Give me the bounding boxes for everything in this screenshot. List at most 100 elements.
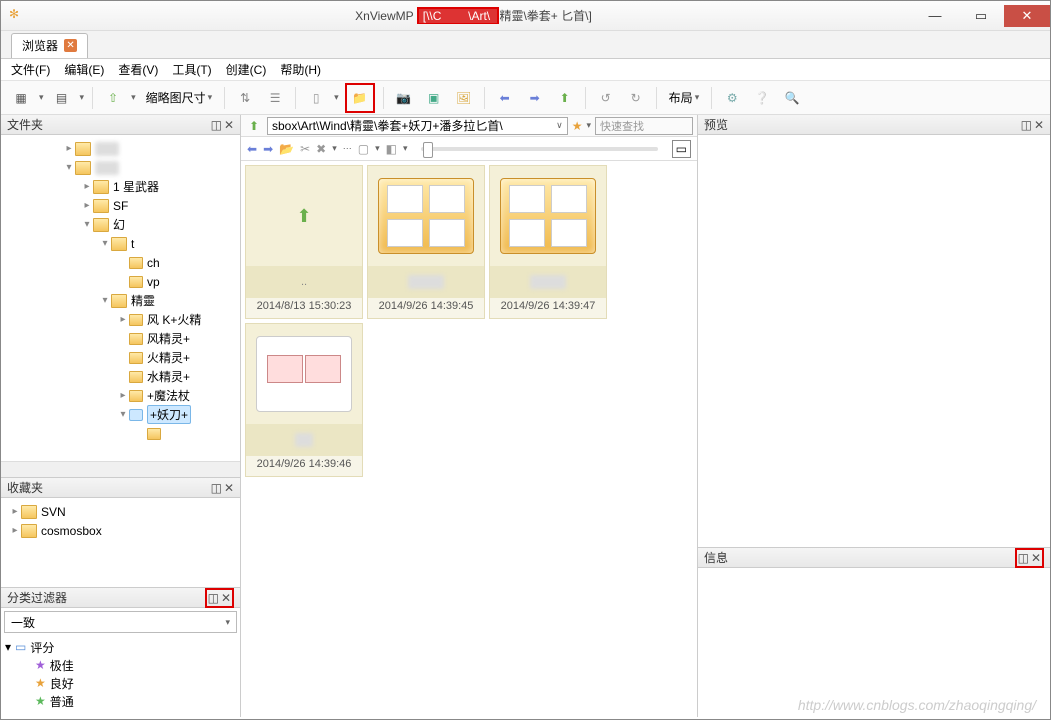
thumbnail-grid[interactable]: ⬆ .. 2014/8/13 15:30:23 xxxxxx 2014/9/26… [241, 161, 697, 717]
rotate-right-icon[interactable]: ↻ [624, 86, 648, 110]
panel-title: 分类过滤器 [7, 589, 67, 606]
close-icon[interactable]: ✕ [224, 118, 234, 132]
page-icon[interactable]: ▯ [304, 86, 328, 110]
up-icon[interactable]: ⬆ [245, 117, 263, 135]
convert-icon[interactable]: 🖼 [452, 86, 476, 110]
undock-icon[interactable]: ◫ [1021, 118, 1032, 132]
menu-edit[interactable]: 编辑(E) [64, 61, 104, 78]
search-input[interactable]: 快速查找 [595, 117, 693, 135]
folder-tree[interactable]: ▸xxxx ▾xxxx ▸1 星武器 ▸SF ▾幻 ▾t ch vp ▾精靈 ▸… [1, 135, 240, 461]
thumb-up[interactable]: ⬆ .. 2014/8/13 15:30:23 [245, 165, 363, 319]
preview-header: 预览 ◫✕ [698, 115, 1050, 135]
favorites-header: 收藏夹 ◫✕ [1, 478, 240, 498]
thumb-size-slider[interactable] [421, 147, 657, 151]
cut-icon[interactable]: ✂ [300, 142, 310, 156]
thumb-size-label: 缩略图尺寸 [146, 89, 206, 106]
up-icon[interactable]: ⇧ [101, 86, 125, 110]
right-column: 预览 ◫✕ 信息 ◫✕ [698, 115, 1050, 717]
forward-icon[interactable]: ➡ [523, 86, 547, 110]
star-icon[interactable]: ★ [572, 119, 583, 133]
undock-icon[interactable]: ◫ [211, 118, 222, 132]
scrollbar[interactable] [1, 461, 240, 477]
close-button[interactable]: ✕ [1004, 5, 1050, 27]
fit-icon[interactable]: ▭ [672, 140, 691, 158]
thumb-item[interactable]: xxxxxx 2014/9/26 14:39:45 [367, 165, 485, 319]
nav-toolbar: ⬅ ➡ 📂 ✂ ✖▾ ⋯ ▢▾ ◧▾ ▭ [241, 137, 697, 161]
menu-view[interactable]: 查看(V) [118, 61, 158, 78]
left-column: 文件夹 ◫✕ ▸xxxx ▾xxxx ▸1 星武器 ▸SF ▾幻 ▾t ch v… [1, 115, 241, 717]
help-icon[interactable]: ❔ [750, 86, 774, 110]
info-panel: 信息 ◫✕ [698, 547, 1050, 717]
thumb-item[interactable]: xxx 2014/9/26 14:39:46 [245, 323, 363, 477]
info-area [698, 568, 1050, 717]
close-icon[interactable]: ✕ [1031, 551, 1041, 565]
thumb-item[interactable]: xxxxxx 2014/9/26 14:39:47 [489, 165, 607, 319]
parent-folder-icon: ⬆ [296, 206, 311, 227]
menu-help[interactable]: 帮助(H) [280, 61, 321, 78]
tabbar: 浏览器 ✕ [1, 31, 1050, 59]
rotate-left-icon[interactable]: ↺ [594, 86, 618, 110]
info-header: 信息 ◫✕ [698, 548, 1050, 568]
up2-icon[interactable]: ⬆ [553, 86, 577, 110]
preview-area [698, 135, 1050, 547]
folder-panel-header: 文件夹 ◫✕ [1, 115, 240, 135]
layout-combo[interactable]: 布局 ▾ [665, 89, 704, 106]
filter-match-dropdown[interactable]: 一致▾ [4, 611, 237, 633]
zoom11-icon[interactable]: 🔍 [780, 86, 804, 110]
close-icon[interactable]: ✕ [221, 591, 231, 605]
favorites-panel: 收藏夹 ◫✕ ▸SVN ▸cosmosbox [1, 477, 240, 587]
panel-title: 信息 [704, 549, 728, 566]
forward-icon[interactable]: ➡ [263, 142, 273, 156]
center-column: ⬆ sbox\Art\Wind\精靈\拳套+妖刀+潘多拉匕首\∨ ★▾ 快速查找… [241, 115, 698, 717]
folder-panel: 文件夹 ◫✕ ▸xxxx ▾xxxx ▸1 星武器 ▸SF ▾幻 ▾t ch v… [1, 115, 240, 477]
window-controls: ― ▭ ✕ [912, 5, 1050, 27]
filter-panel: 分类过滤器 ◫✕ 一致▾ ▾▭ 评分 ★极佳 ★良好 ★普通 [1, 587, 240, 717]
view-mode-icon[interactable]: ▦ [9, 86, 33, 110]
titlebar: ✻ XnViewMP [\\C \Art\ 精靈\拳套+ 匕首\] ― ▭ ✕ [1, 1, 1050, 31]
tab-label: 浏览器 [22, 37, 58, 54]
menu-create[interactable]: 创建(C) [226, 61, 267, 78]
tab-browser[interactable]: 浏览器 ✕ [11, 33, 88, 58]
preview-panel: 预览 ◫✕ [698, 115, 1050, 547]
menubar: 文件(F) 编辑(E) 查看(V) 工具(T) 创建(C) 帮助(H) [1, 59, 1050, 81]
filter-header: 分类过滤器 ◫✕ [1, 588, 240, 608]
camera-icon[interactable]: 📷 [392, 86, 416, 110]
thumb-size-combo[interactable]: 缩略图尺寸 ▾ [142, 89, 217, 106]
close-icon[interactable]: ✕ [1034, 118, 1044, 132]
layout-label: 布局 [669, 89, 693, 106]
maximize-button[interactable]: ▭ [958, 5, 1004, 27]
grid-icon[interactable]: ▤ [50, 86, 74, 110]
menu-file[interactable]: 文件(F) [11, 61, 50, 78]
delete-icon[interactable]: ✖ [316, 142, 326, 156]
filter-icon[interactable]: ☰ [263, 86, 287, 110]
filter-tree[interactable]: ▾▭ 评分 ★极佳 ★良好 ★普通 [1, 636, 240, 712]
folder-icon[interactable]: 📂 [279, 142, 294, 156]
panel-title: 收藏夹 [7, 479, 43, 496]
path-input[interactable]: sbox\Art\Wind\精靈\拳套+妖刀+潘多拉匕首\∨ [267, 117, 568, 135]
scanner-icon[interactable]: ▣ [422, 86, 446, 110]
menu-tools[interactable]: 工具(T) [172, 61, 211, 78]
undock-icon[interactable]: ◫ [208, 591, 219, 605]
minimize-button[interactable]: ― [912, 5, 958, 27]
back-icon[interactable]: ⬅ [247, 142, 257, 156]
highlighted-tool: 📁 [345, 83, 375, 113]
favorites-list[interactable]: ▸SVN ▸cosmosbox [1, 498, 240, 587]
select-icon[interactable]: ▢ [358, 142, 369, 156]
main-area: 文件夹 ◫✕ ▸xxxx ▾xxxx ▸1 星武器 ▸SF ▾幻 ▾t ch v… [1, 115, 1050, 717]
undock-icon[interactable]: ◫ [1018, 551, 1029, 565]
app-icon: ✻ [9, 7, 27, 25]
panel-title: 文件夹 [7, 116, 43, 133]
close-icon[interactable]: ✕ [224, 481, 234, 495]
main-toolbar: ▦▾ ▤▾ ⇧▾ 缩略图尺寸 ▾ ⇅ ☰ ▯▾ 📁 📷 ▣ 🖼 ⬅ ➡ ⬆ ↺ … [1, 81, 1050, 115]
panel-title: 预览 [704, 116, 728, 133]
tag-icon[interactable]: ◧ [386, 142, 397, 156]
open-with-icon[interactable]: 📁 [348, 86, 372, 110]
window-title: XnViewMP [\\C \Art\ 精靈\拳套+ 匕首\] [35, 7, 912, 24]
undock-icon[interactable]: ◫ [211, 481, 222, 495]
gear-icon[interactable]: ⚙ [720, 86, 744, 110]
path-bar: ⬆ sbox\Art\Wind\精靈\拳套+妖刀+潘多拉匕首\∨ ★▾ 快速查找 [241, 115, 697, 137]
close-icon[interactable]: ✕ [64, 39, 77, 52]
watermark: http://www.cnblogs.com/zhaoqingqing/ [798, 697, 1036, 713]
back-icon[interactable]: ⬅ [493, 86, 517, 110]
sort-icon[interactable]: ⇅ [233, 86, 257, 110]
